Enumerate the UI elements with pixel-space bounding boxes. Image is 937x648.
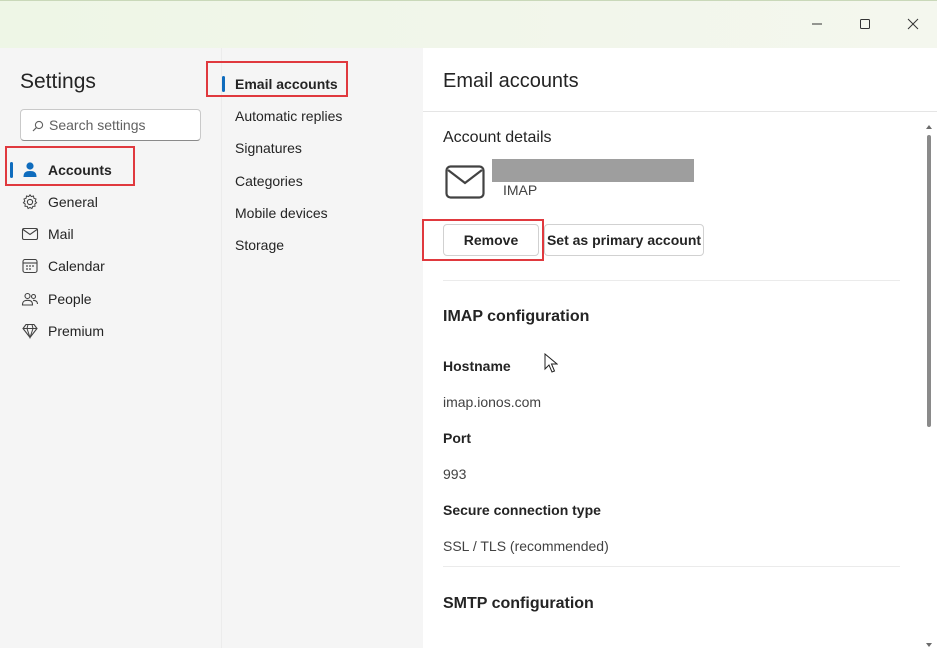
highlight-box-email-accounts xyxy=(206,61,348,97)
calendar-icon xyxy=(20,256,40,276)
highlight-box-accounts xyxy=(5,146,135,186)
search-input[interactable] xyxy=(49,110,199,140)
smtp-config-heading: SMTP configuration xyxy=(443,595,594,612)
panel-title: Email accounts xyxy=(443,70,579,92)
nav-label: General xyxy=(48,194,98,210)
title-bar xyxy=(0,0,937,48)
submenu-categories[interactable]: Categories xyxy=(235,173,303,189)
close-icon[interactable] xyxy=(901,12,925,36)
port-value: 993 xyxy=(443,466,467,482)
nav-item-general[interactable]: General xyxy=(20,189,98,215)
submenu-storage[interactable]: Storage xyxy=(235,237,284,253)
divider xyxy=(423,111,937,112)
mail-icon xyxy=(20,224,40,244)
nav-item-premium[interactable]: Premium xyxy=(20,318,104,344)
diamond-icon xyxy=(20,321,40,341)
submenu-automatic-replies[interactable]: Automatic replies xyxy=(235,108,342,124)
set-primary-button[interactable]: Set as primary account xyxy=(544,224,704,256)
nav-label: Calendar xyxy=(48,258,105,274)
scrollbar-thumb[interactable] xyxy=(927,135,931,427)
scroll-up-icon[interactable] xyxy=(925,118,933,129)
search-icon xyxy=(32,119,44,137)
accounts-submenu: Email accounts Automatic replies Signatu… xyxy=(221,48,423,648)
nav-label: Mail xyxy=(48,226,74,242)
secure-connection-value: SSL / TLS (recommended) xyxy=(443,538,609,554)
maximize-icon[interactable] xyxy=(853,12,877,36)
account-type: IMAP xyxy=(503,182,538,198)
secure-connection-label: Secure connection type xyxy=(443,502,601,518)
submenu-mobile-devices[interactable]: Mobile devices xyxy=(235,205,328,221)
gear-icon xyxy=(20,192,40,212)
people-icon xyxy=(20,289,40,309)
redacted-email-address xyxy=(492,159,694,182)
minimize-icon[interactable] xyxy=(805,12,829,36)
nav-item-calendar[interactable]: Calendar xyxy=(20,253,105,279)
hostname-value: imap.ionos.com xyxy=(443,394,542,410)
search-box[interactable] xyxy=(20,109,201,141)
nav-label: People xyxy=(48,291,92,307)
highlight-box-remove xyxy=(422,219,544,261)
nav-item-mail[interactable]: Mail xyxy=(20,221,74,247)
scroll-down-icon[interactable] xyxy=(925,636,933,647)
account-details-heading: Account details xyxy=(443,129,552,146)
nav-label: Premium xyxy=(48,323,105,339)
port-label: Port xyxy=(443,430,471,446)
email-accounts-panel: Email accounts Account details IMAP Remo… xyxy=(423,48,937,648)
hostname-label: Hostname xyxy=(443,358,511,374)
mouse-cursor-icon xyxy=(544,352,559,378)
imap-config-heading: IMAP configuration xyxy=(443,308,590,325)
divider xyxy=(443,280,900,281)
nav-item-people[interactable]: People xyxy=(20,286,92,312)
settings-nav: Settings Accounts General Mail Calendar xyxy=(0,48,221,648)
divider xyxy=(443,566,900,567)
submenu-signatures[interactable]: Signatures xyxy=(235,140,302,156)
mail-icon xyxy=(445,165,485,204)
settings-title: Settings xyxy=(20,70,96,93)
